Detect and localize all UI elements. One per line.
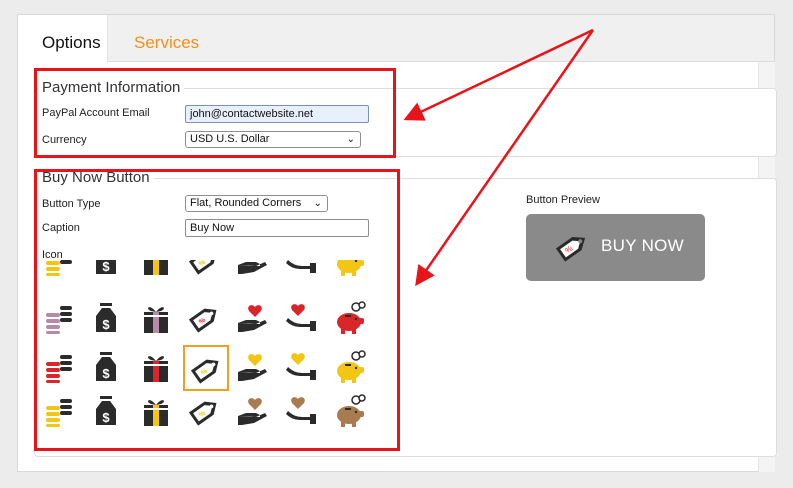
annotation-arrow-buy-now bbox=[415, 29, 595, 287]
annotation-arrow-payment bbox=[403, 28, 594, 121]
annotation-arrows bbox=[403, 28, 595, 287]
